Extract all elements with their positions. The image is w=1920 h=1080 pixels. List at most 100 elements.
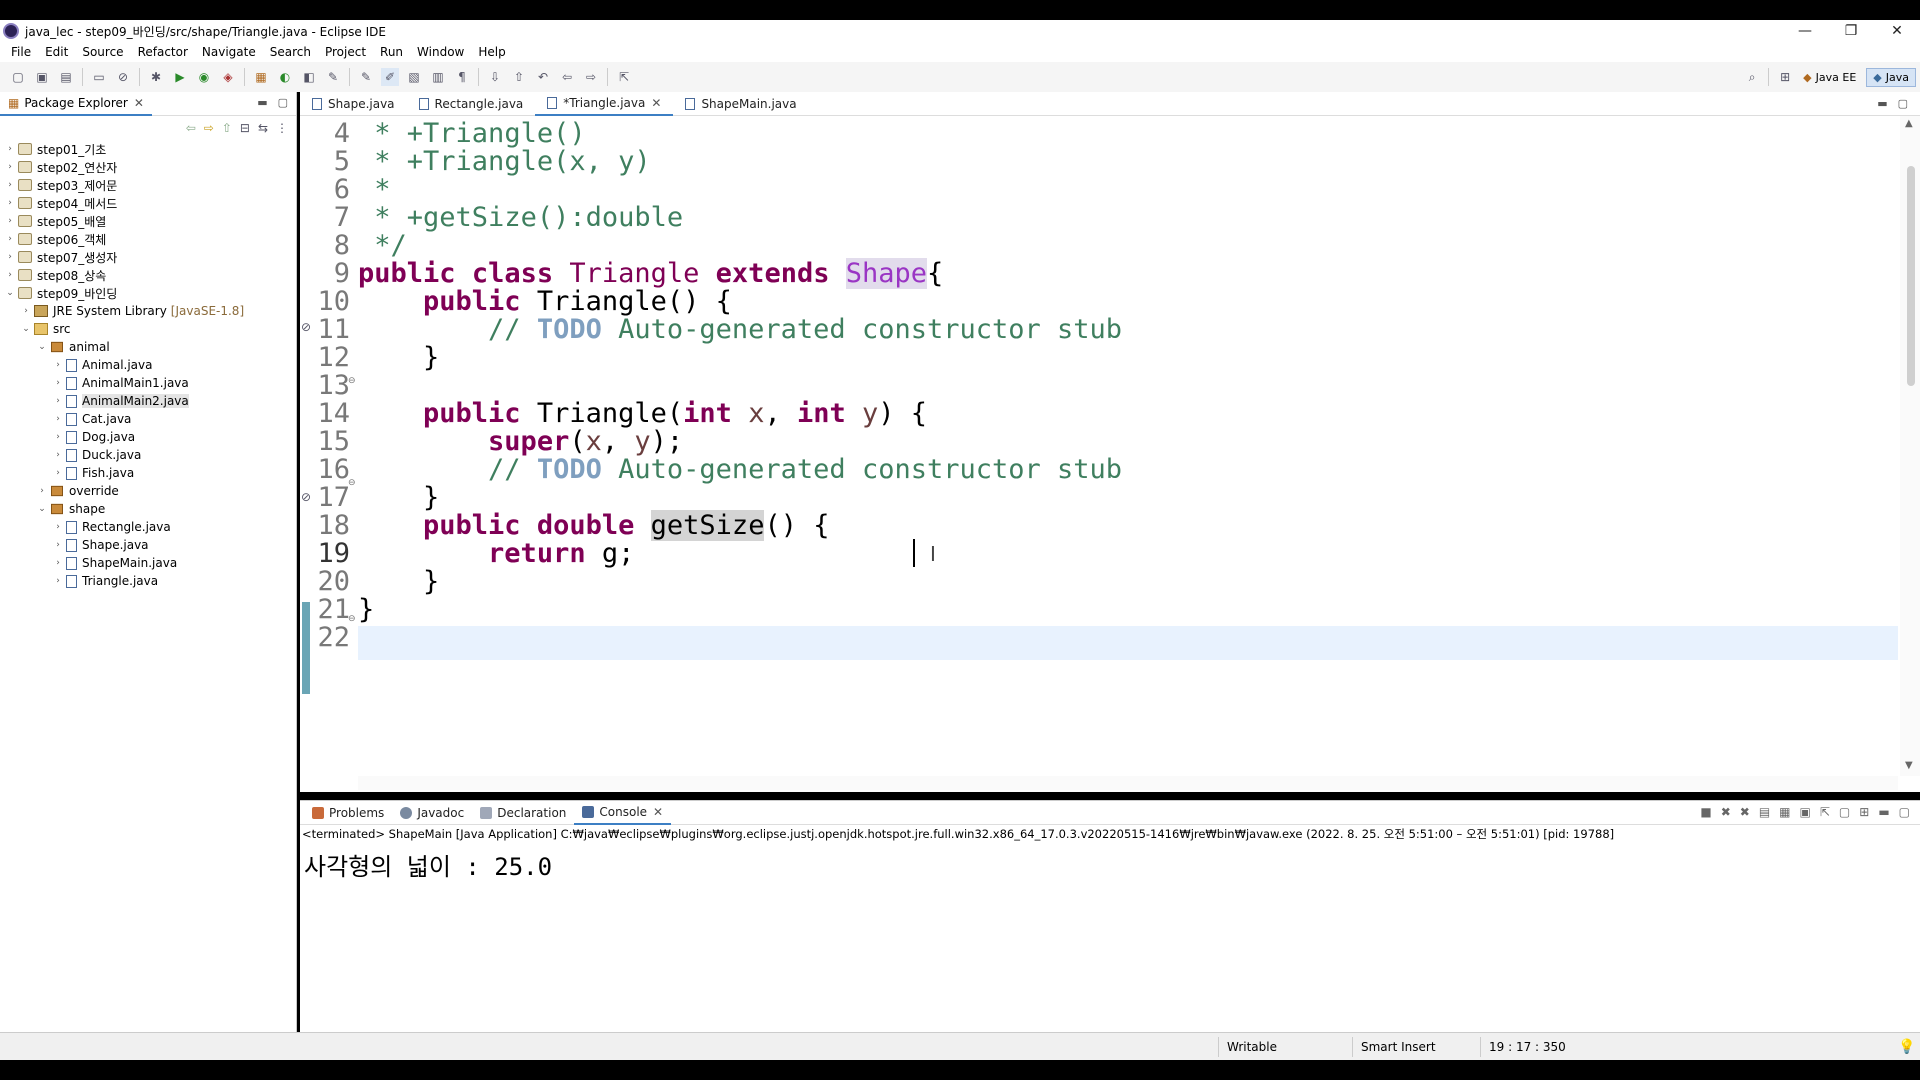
show-on-output-icon[interactable]: ▣ — [1800, 805, 1811, 819]
open-perspective-icon[interactable]: ⊞ — [1776, 68, 1794, 86]
save-icon[interactable]: ▣ — [33, 68, 51, 86]
last-edit-icon[interactable]: ↶ — [534, 68, 552, 86]
tree-item[interactable]: ⌄ src — [0, 320, 296, 338]
fold-toggle-icon[interactable]: ⊖ — [348, 614, 356, 624]
close-icon[interactable]: ✕ — [134, 96, 144, 110]
chevron-down-icon[interactable]: ⌄ — [20, 324, 32, 334]
toggle-mark-icon[interactable]: ✎ — [357, 68, 375, 86]
block-selection-icon[interactable]: ▧ — [405, 68, 423, 86]
chevron-right-icon[interactable]: › — [52, 468, 64, 478]
debug-icon[interactable]: ✱ — [147, 68, 165, 86]
collapse-all-icon[interactable]: ⊟ — [240, 121, 250, 135]
chevron-right-icon[interactable]: › — [4, 180, 16, 190]
close-button[interactable]: ✕ — [1874, 20, 1920, 42]
pin-console-icon[interactable]: ⇱ — [1820, 805, 1830, 819]
tree-item[interactable]: › Triangle.java — [0, 572, 296, 590]
chevron-right-icon[interactable]: › — [52, 576, 64, 586]
chevron-down-icon[interactable]: ⌄ — [36, 504, 48, 514]
terminate-icon[interactable]: ■ — [1700, 805, 1711, 819]
new-class-icon[interactable]: ◐ — [276, 68, 294, 86]
minimize-button[interactable]: — — [1782, 20, 1828, 42]
scroll-lock-icon[interactable]: ▤ — [1759, 805, 1770, 819]
tree-item[interactable]: › step02_연산자 — [0, 158, 296, 176]
tree-item[interactable]: › step05_배열 — [0, 212, 296, 230]
new-icon[interactable]: ▢ — [9, 68, 27, 86]
chevron-right-icon[interactable]: › — [52, 450, 64, 460]
chevron-right-icon[interactable]: › — [36, 486, 48, 496]
close-icon[interactable]: ✕ — [651, 96, 661, 110]
chevron-right-icon[interactable]: › — [4, 234, 16, 244]
search-icon[interactable]: ⌕ — [1743, 68, 1761, 86]
chevron-right-icon[interactable]: › — [52, 360, 64, 370]
maximize-editor-icon[interactable]: ▢ — [1898, 97, 1908, 110]
tree-item[interactable]: ⌄ step09_바인딩 — [0, 284, 296, 302]
minimize-view-icon[interactable]: ▬ — [1878, 805, 1889, 819]
tab-console[interactable]: Console ✕ — [574, 801, 672, 825]
run-icon[interactable]: ▶ — [171, 68, 189, 86]
tab-declaration[interactable]: Declaration — [472, 801, 574, 825]
chevron-right-icon[interactable]: › — [4, 252, 16, 262]
tab-javadoc[interactable]: Javadoc — [392, 801, 472, 825]
tree-item[interactable]: › AnimalMain2.java — [0, 392, 296, 410]
fold-toggle-icon[interactable]: ⊖ — [348, 376, 356, 386]
fold-toggle-icon[interactable]: ⊖ — [348, 478, 356, 488]
perspective-java-ee[interactable]: ◆ Java EE — [1797, 69, 1862, 86]
tree-item[interactable]: › Shape.java — [0, 536, 296, 554]
chevron-down-icon[interactable]: ⌄ — [36, 342, 48, 352]
tree-item[interactable]: › step06_객체 — [0, 230, 296, 248]
menu-run[interactable]: Run — [373, 45, 410, 59]
chevron-right-icon[interactable]: › — [4, 162, 16, 172]
menu-navigate[interactable]: Navigate — [195, 45, 263, 59]
maximize-view-icon[interactable]: ▢ — [1899, 805, 1910, 819]
menu-project[interactable]: Project — [318, 45, 373, 59]
tree-item[interactable]: › override — [0, 482, 296, 500]
up-nav-icon[interactable]: ⇧ — [222, 121, 232, 135]
remove-launch-icon[interactable]: ✖ — [1721, 805, 1731, 819]
close-icon[interactable]: ✕ — [653, 805, 663, 819]
chevron-right-icon[interactable]: › — [52, 432, 64, 442]
terminal-icon[interactable]: ▭ — [90, 68, 108, 86]
prev-annotation-icon[interactable]: ⇧ — [510, 68, 528, 86]
chevron-right-icon[interactable]: › — [4, 270, 16, 280]
back-icon[interactable]: ⇦ — [558, 68, 576, 86]
minimize-view-icon[interactable]: ▬ — [257, 96, 267, 109]
new-package-icon[interactable]: ▦ — [252, 68, 270, 86]
tree-item[interactable]: › Cat.java — [0, 410, 296, 428]
next-annotation-icon[interactable]: ⇩ — [486, 68, 504, 86]
scrollbar-thumb[interactable] — [1907, 166, 1915, 386]
open-type-icon[interactable]: ◧ — [300, 68, 318, 86]
chevron-right-icon[interactable]: › — [52, 558, 64, 568]
tree-item[interactable]: › step07_생성자 — [0, 248, 296, 266]
tab-problems[interactable]: Problems — [304, 801, 392, 825]
highlight-icon[interactable]: ✐ — [381, 68, 399, 86]
tree-item[interactable]: ⌄ shape — [0, 500, 296, 518]
tab-shapemain-java[interactable]: ShapeMain.java — [673, 92, 808, 116]
external-tools-icon[interactable]: ◈ — [219, 68, 237, 86]
pin-editor-icon[interactable]: ⇱ — [615, 68, 633, 86]
chevron-right-icon[interactable]: › — [4, 144, 16, 154]
tree-item[interactable]: › Rectangle.java — [0, 518, 296, 536]
search-tool-icon[interactable]: ✎ — [324, 68, 342, 86]
back-nav-icon[interactable]: ⇦ — [186, 121, 196, 135]
save-all-icon[interactable]: ▤ — [57, 68, 75, 86]
chevron-right-icon[interactable]: › — [52, 396, 64, 406]
word-wrap-icon[interactable]: ▥ — [429, 68, 447, 86]
vertical-scrollbar[interactable]: ▲ ▼ — [1900, 116, 1920, 776]
menu-refactor[interactable]: Refactor — [131, 45, 195, 59]
menu-search[interactable]: Search — [263, 45, 318, 59]
word-wrap-icon[interactable]: ▦ — [1779, 805, 1790, 819]
restore-button[interactable]: ❐ — [1828, 20, 1874, 42]
menu-source[interactable]: Source — [75, 45, 130, 59]
forward-nav-icon[interactable]: ⇨ — [204, 121, 214, 135]
display-console-icon[interactable]: ▢ — [1839, 805, 1850, 819]
tree-item[interactable]: ⌄ animal — [0, 338, 296, 356]
tree-item[interactable]: › Duck.java — [0, 446, 296, 464]
maximize-view-icon[interactable]: ▢ — [278, 96, 288, 109]
tree-item[interactable]: › JRE System Library [JavaSE-1.8] — [0, 302, 296, 320]
chevron-right-icon[interactable]: › — [52, 378, 64, 388]
tree-item[interactable]: › step08_상속 — [0, 266, 296, 284]
menu-help[interactable]: Help — [471, 45, 512, 59]
code-area[interactable]: ⊘ ⊘ 4 5 6 7 8 9 10 11 12 13 14 15 16 17 … — [300, 116, 1900, 776]
open-console-icon[interactable]: ⊞ — [1859, 805, 1869, 819]
show-whitespace-icon[interactable]: ¶ — [453, 68, 471, 86]
